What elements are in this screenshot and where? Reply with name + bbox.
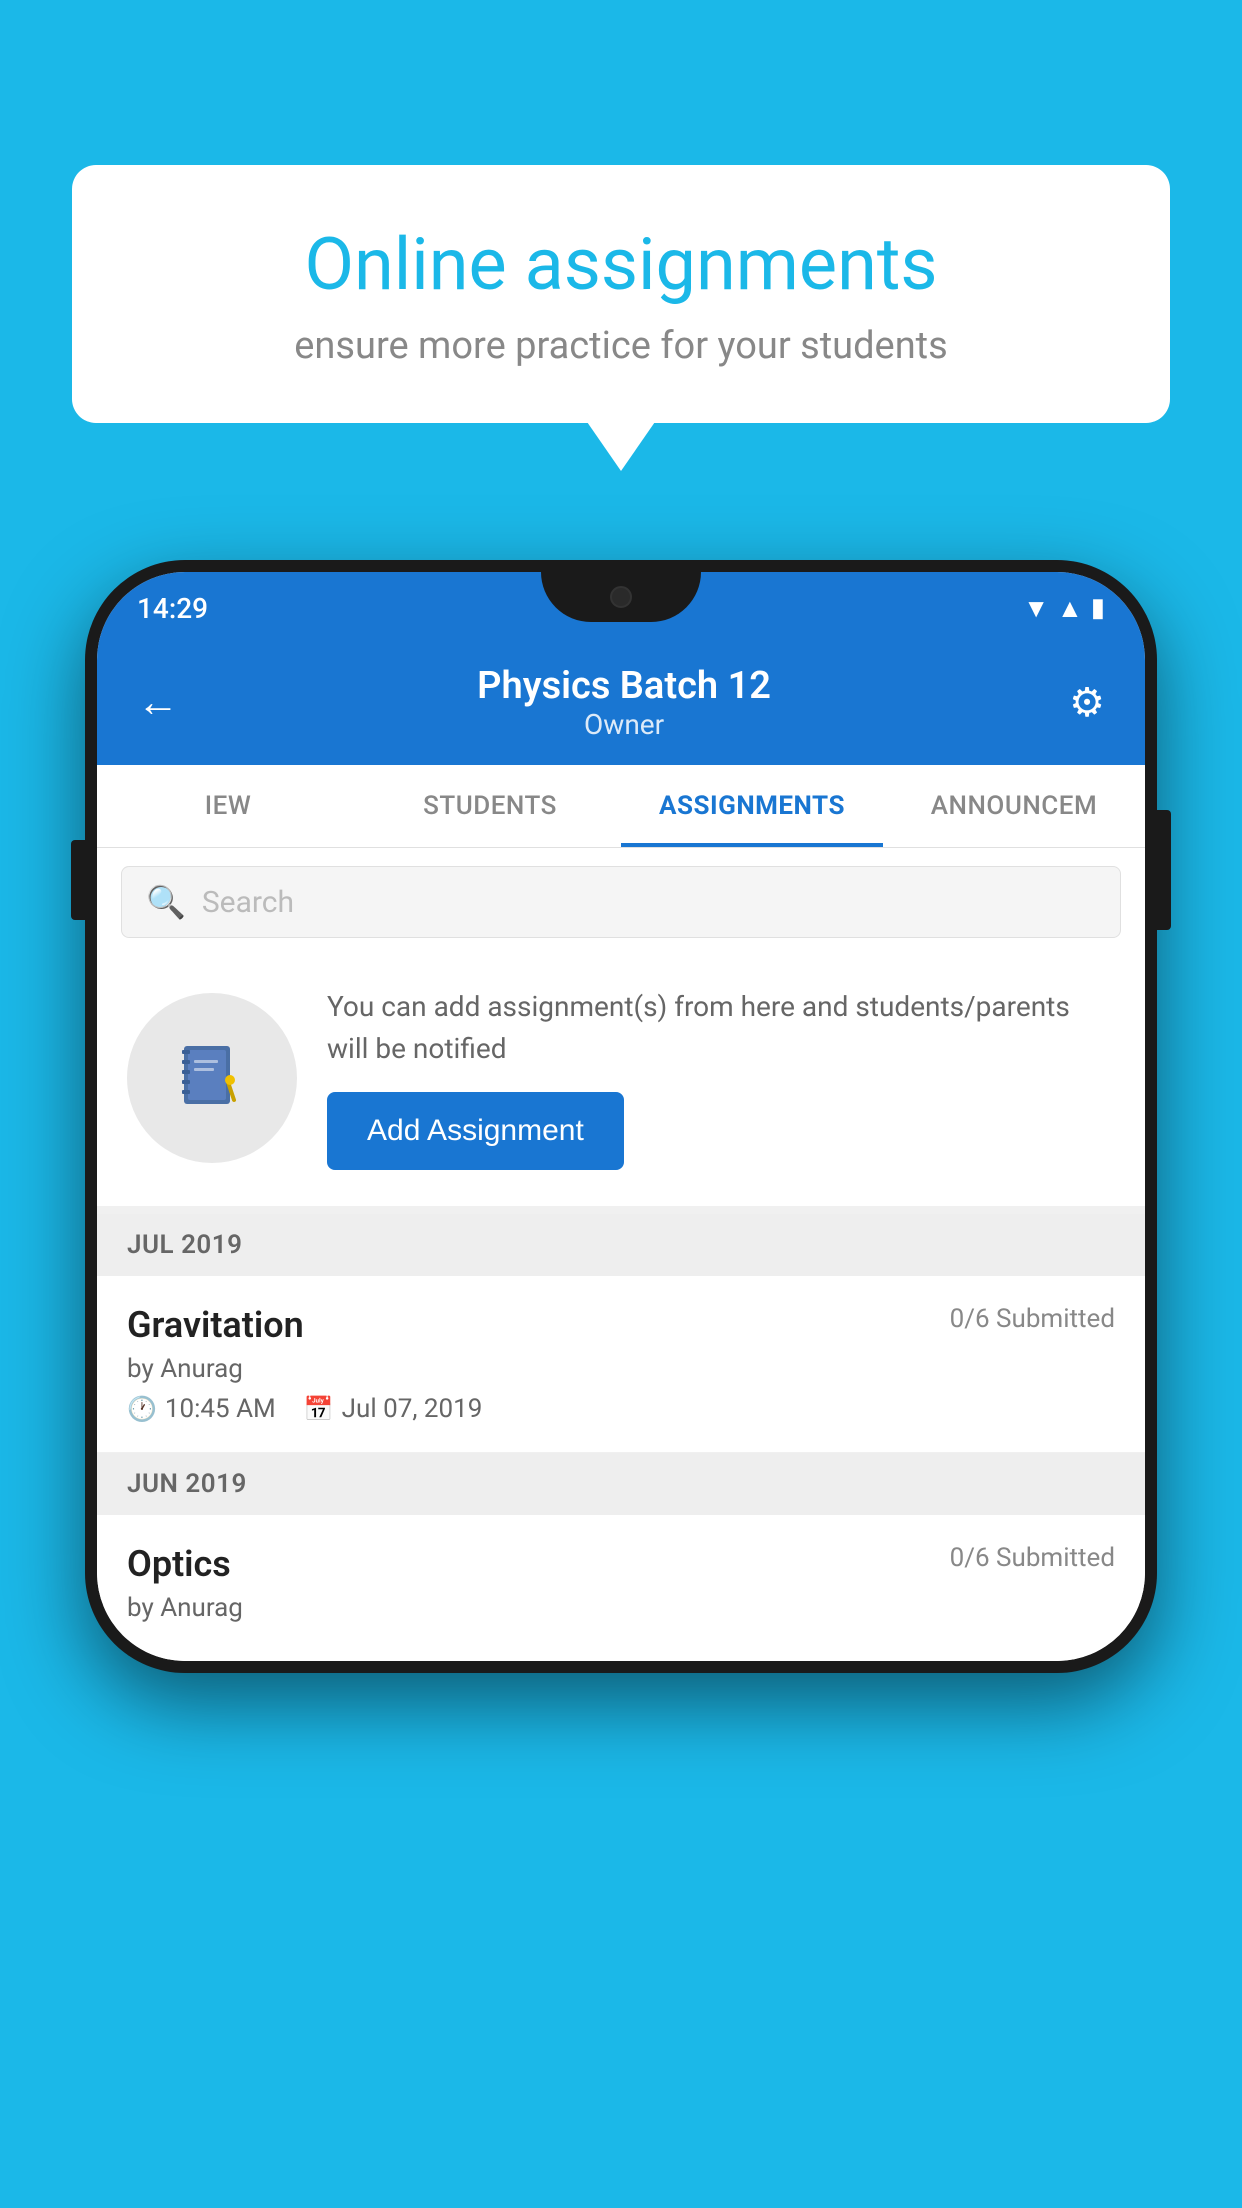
- phone-mockup: 14:29 ▼ ▲ ▮ ← Physics Batch 12 Owner ⚙: [85, 560, 1157, 1673]
- tabs-bar: IEW STUDENTS ASSIGNMENTS ANNOUNCEM: [97, 765, 1145, 848]
- battery-icon: ▮: [1091, 593, 1105, 623]
- phone-outer: 14:29 ▼ ▲ ▮ ← Physics Batch 12 Owner ⚙: [85, 560, 1157, 1673]
- info-card: You can add assignment(s) from here and …: [97, 956, 1145, 1214]
- assignment-title: Gravitation: [127, 1304, 304, 1346]
- optics-top-row: Optics 0/6 Submitted: [127, 1543, 1115, 1585]
- tab-students[interactable]: STUDENTS: [359, 765, 621, 847]
- signal-icon: ▲: [1057, 593, 1083, 624]
- info-description: You can add assignment(s) from here and …: [327, 986, 1115, 1070]
- assignment-time: 🕐 10:45 AM: [127, 1394, 276, 1424]
- wifi-icon: ▼: [1023, 593, 1049, 624]
- search-container: 🔍 Search: [97, 848, 1145, 956]
- phone-inner: 14:29 ▼ ▲ ▮ ← Physics Batch 12 Owner ⚙: [97, 572, 1145, 1661]
- header-subtitle: Owner: [477, 708, 771, 741]
- info-content: You can add assignment(s) from here and …: [327, 986, 1115, 1170]
- assignment-icon-circle: [127, 993, 297, 1163]
- assignment-date: 📅 Jul 07, 2019: [304, 1394, 483, 1424]
- bubble-subtitle: ensure more practice for your students: [142, 324, 1100, 368]
- status-icons: ▼ ▲ ▮: [1023, 593, 1105, 624]
- bubble-title: Online assignments: [142, 225, 1100, 304]
- assignment-top-row: Gravitation 0/6 Submitted: [127, 1304, 1115, 1346]
- speech-bubble-container: Online assignments ensure more practice …: [72, 165, 1170, 423]
- optics-submitted-count: 0/6 Submitted: [950, 1543, 1115, 1573]
- search-icon: 🔍: [146, 883, 186, 921]
- section-jul-2019: JUL 2019: [97, 1214, 1145, 1276]
- speech-bubble: Online assignments ensure more practice …: [72, 165, 1170, 423]
- assignment-submitted-count: 0/6 Submitted: [950, 1304, 1115, 1334]
- header-title: Physics Batch 12: [477, 664, 771, 708]
- clock-icon: 🕐: [127, 1395, 157, 1423]
- calendar-icon: 📅: [304, 1395, 334, 1423]
- search-placeholder: Search: [202, 885, 294, 920]
- add-assignment-button[interactable]: Add Assignment: [327, 1092, 624, 1170]
- tab-assignments[interactable]: ASSIGNMENTS: [621, 765, 883, 847]
- assignment-author: by Anurag: [127, 1354, 1115, 1384]
- section-jun-2019: JUN 2019: [97, 1453, 1145, 1515]
- search-bar[interactable]: 🔍 Search: [121, 866, 1121, 938]
- assignment-meta: 🕐 10:45 AM 📅 Jul 07, 2019: [127, 1394, 1115, 1424]
- optics-author: by Anurag: [127, 1593, 1115, 1623]
- status-time: 14:29: [137, 592, 208, 625]
- camera: [610, 586, 632, 608]
- notebook-icon: [172, 1038, 252, 1118]
- notch: [541, 572, 701, 622]
- assignment-gravitation[interactable]: Gravitation 0/6 Submitted by Anurag 🕐 10…: [97, 1276, 1145, 1453]
- header-center: Physics Batch 12 Owner: [477, 664, 771, 741]
- back-button[interactable]: ←: [137, 678, 179, 727]
- tab-iew[interactable]: IEW: [97, 765, 359, 847]
- app-header: ← Physics Batch 12 Owner ⚙: [97, 644, 1145, 765]
- assignment-optics[interactable]: Optics 0/6 Submitted by Anurag: [97, 1515, 1145, 1661]
- tab-announcements[interactable]: ANNOUNCEM: [883, 765, 1145, 847]
- optics-title: Optics: [127, 1543, 231, 1585]
- settings-button[interactable]: ⚙: [1069, 679, 1105, 726]
- status-bar: 14:29 ▼ ▲ ▮: [97, 572, 1145, 644]
